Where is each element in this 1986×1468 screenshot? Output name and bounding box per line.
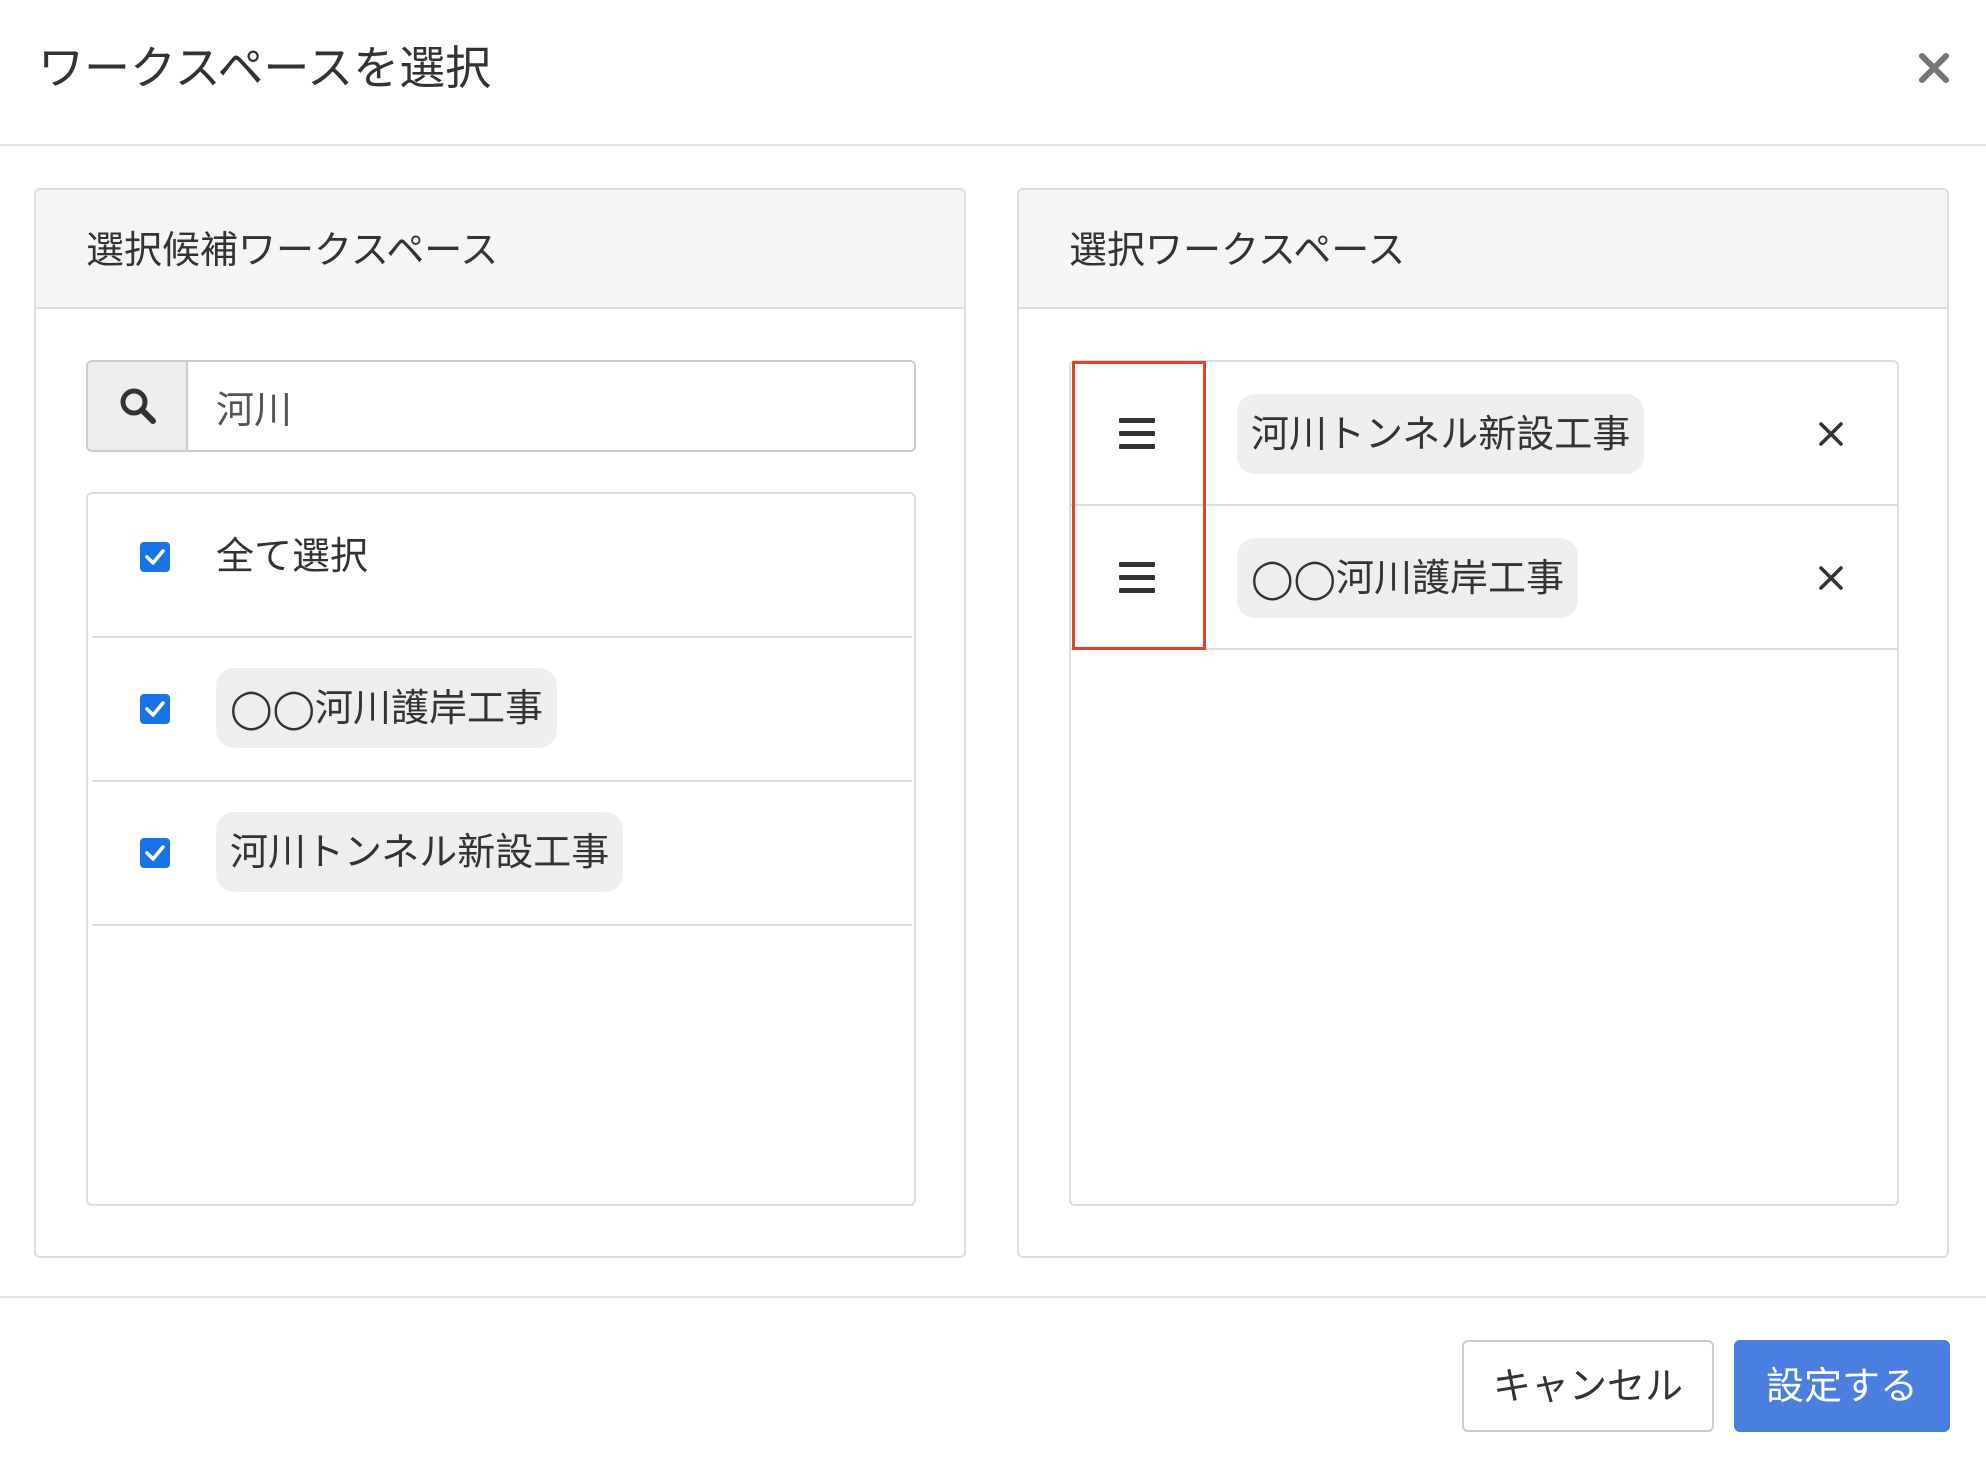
remove-icon[interactable] [1815, 418, 1847, 450]
selected-item: ◯◯河川護岸工事 [1071, 506, 1897, 650]
checkmark-icon [145, 549, 165, 565]
candidates-panel: 選択候補ワークスペース 全て選択 [34, 188, 966, 1258]
workspace-tag: ◯◯河川護岸工事 [216, 668, 558, 748]
drag-handle-icon[interactable] [1071, 362, 1203, 504]
close-icon[interactable] [1910, 44, 1958, 92]
search-input[interactable] [188, 362, 914, 450]
modal-header: ワークスペースを選択 [0, 0, 1986, 146]
workspace-tag: 河川トンネル新設工事 [216, 812, 624, 892]
drag-handle-icon[interactable] [1071, 506, 1203, 648]
search-icon [120, 388, 156, 424]
cancel-button[interactable]: キャンセル [1462, 1340, 1714, 1432]
selected-panel-heading: 選択ワークスペース [1019, 190, 1947, 309]
selected-panel: 選択ワークスペース 河川トンネル新設工事 ◯◯河川護岸工事 [1017, 188, 1949, 1258]
remove-icon[interactable] [1815, 562, 1847, 594]
list-item[interactable]: 河川トンネル新設工事 [92, 782, 912, 926]
selected-list: 河川トンネル新設工事 ◯◯河川護岸工事 [1069, 360, 1899, 1206]
workspace-select-modal: ワークスペースを選択 選択候補ワークスペース 河川 全て選択 ◯◯河川護岸工事 … [0, 0, 1986, 1468]
candidates-panel-title: 選択候補ワークスペース [86, 228, 499, 272]
select-all-label: 全て選択 [216, 534, 369, 578]
search-group [86, 360, 916, 452]
item-checkbox[interactable] [140, 838, 170, 868]
submit-button[interactable]: 設定する [1734, 1340, 1950, 1432]
workspace-tag: 河川トンネル新設工事 [1237, 394, 1645, 474]
select-all-checkbox[interactable] [140, 542, 170, 572]
modal-title: ワークスペースを選択 [38, 41, 492, 95]
checkmark-icon [145, 845, 165, 861]
item-checkbox[interactable] [140, 694, 170, 724]
workspace-tag: ◯◯河川護岸工事 [1237, 538, 1579, 618]
candidates-panel-heading: 選択候補ワークスペース [36, 190, 964, 309]
search-addon [88, 362, 188, 450]
selected-item: 河川トンネル新設工事 [1071, 362, 1897, 506]
select-all-row[interactable]: 全て選択 [92, 494, 912, 638]
selected-panel-title: 選択ワークスペース [1069, 228, 1406, 272]
modal-footer: キャンセル 設定する [0, 1296, 1986, 1468]
checkmark-icon [145, 701, 165, 717]
candidate-list: 全て選択 ◯◯河川護岸工事 河川トンネル新設工事 [86, 492, 916, 1206]
list-item[interactable]: ◯◯河川護岸工事 [92, 638, 912, 782]
